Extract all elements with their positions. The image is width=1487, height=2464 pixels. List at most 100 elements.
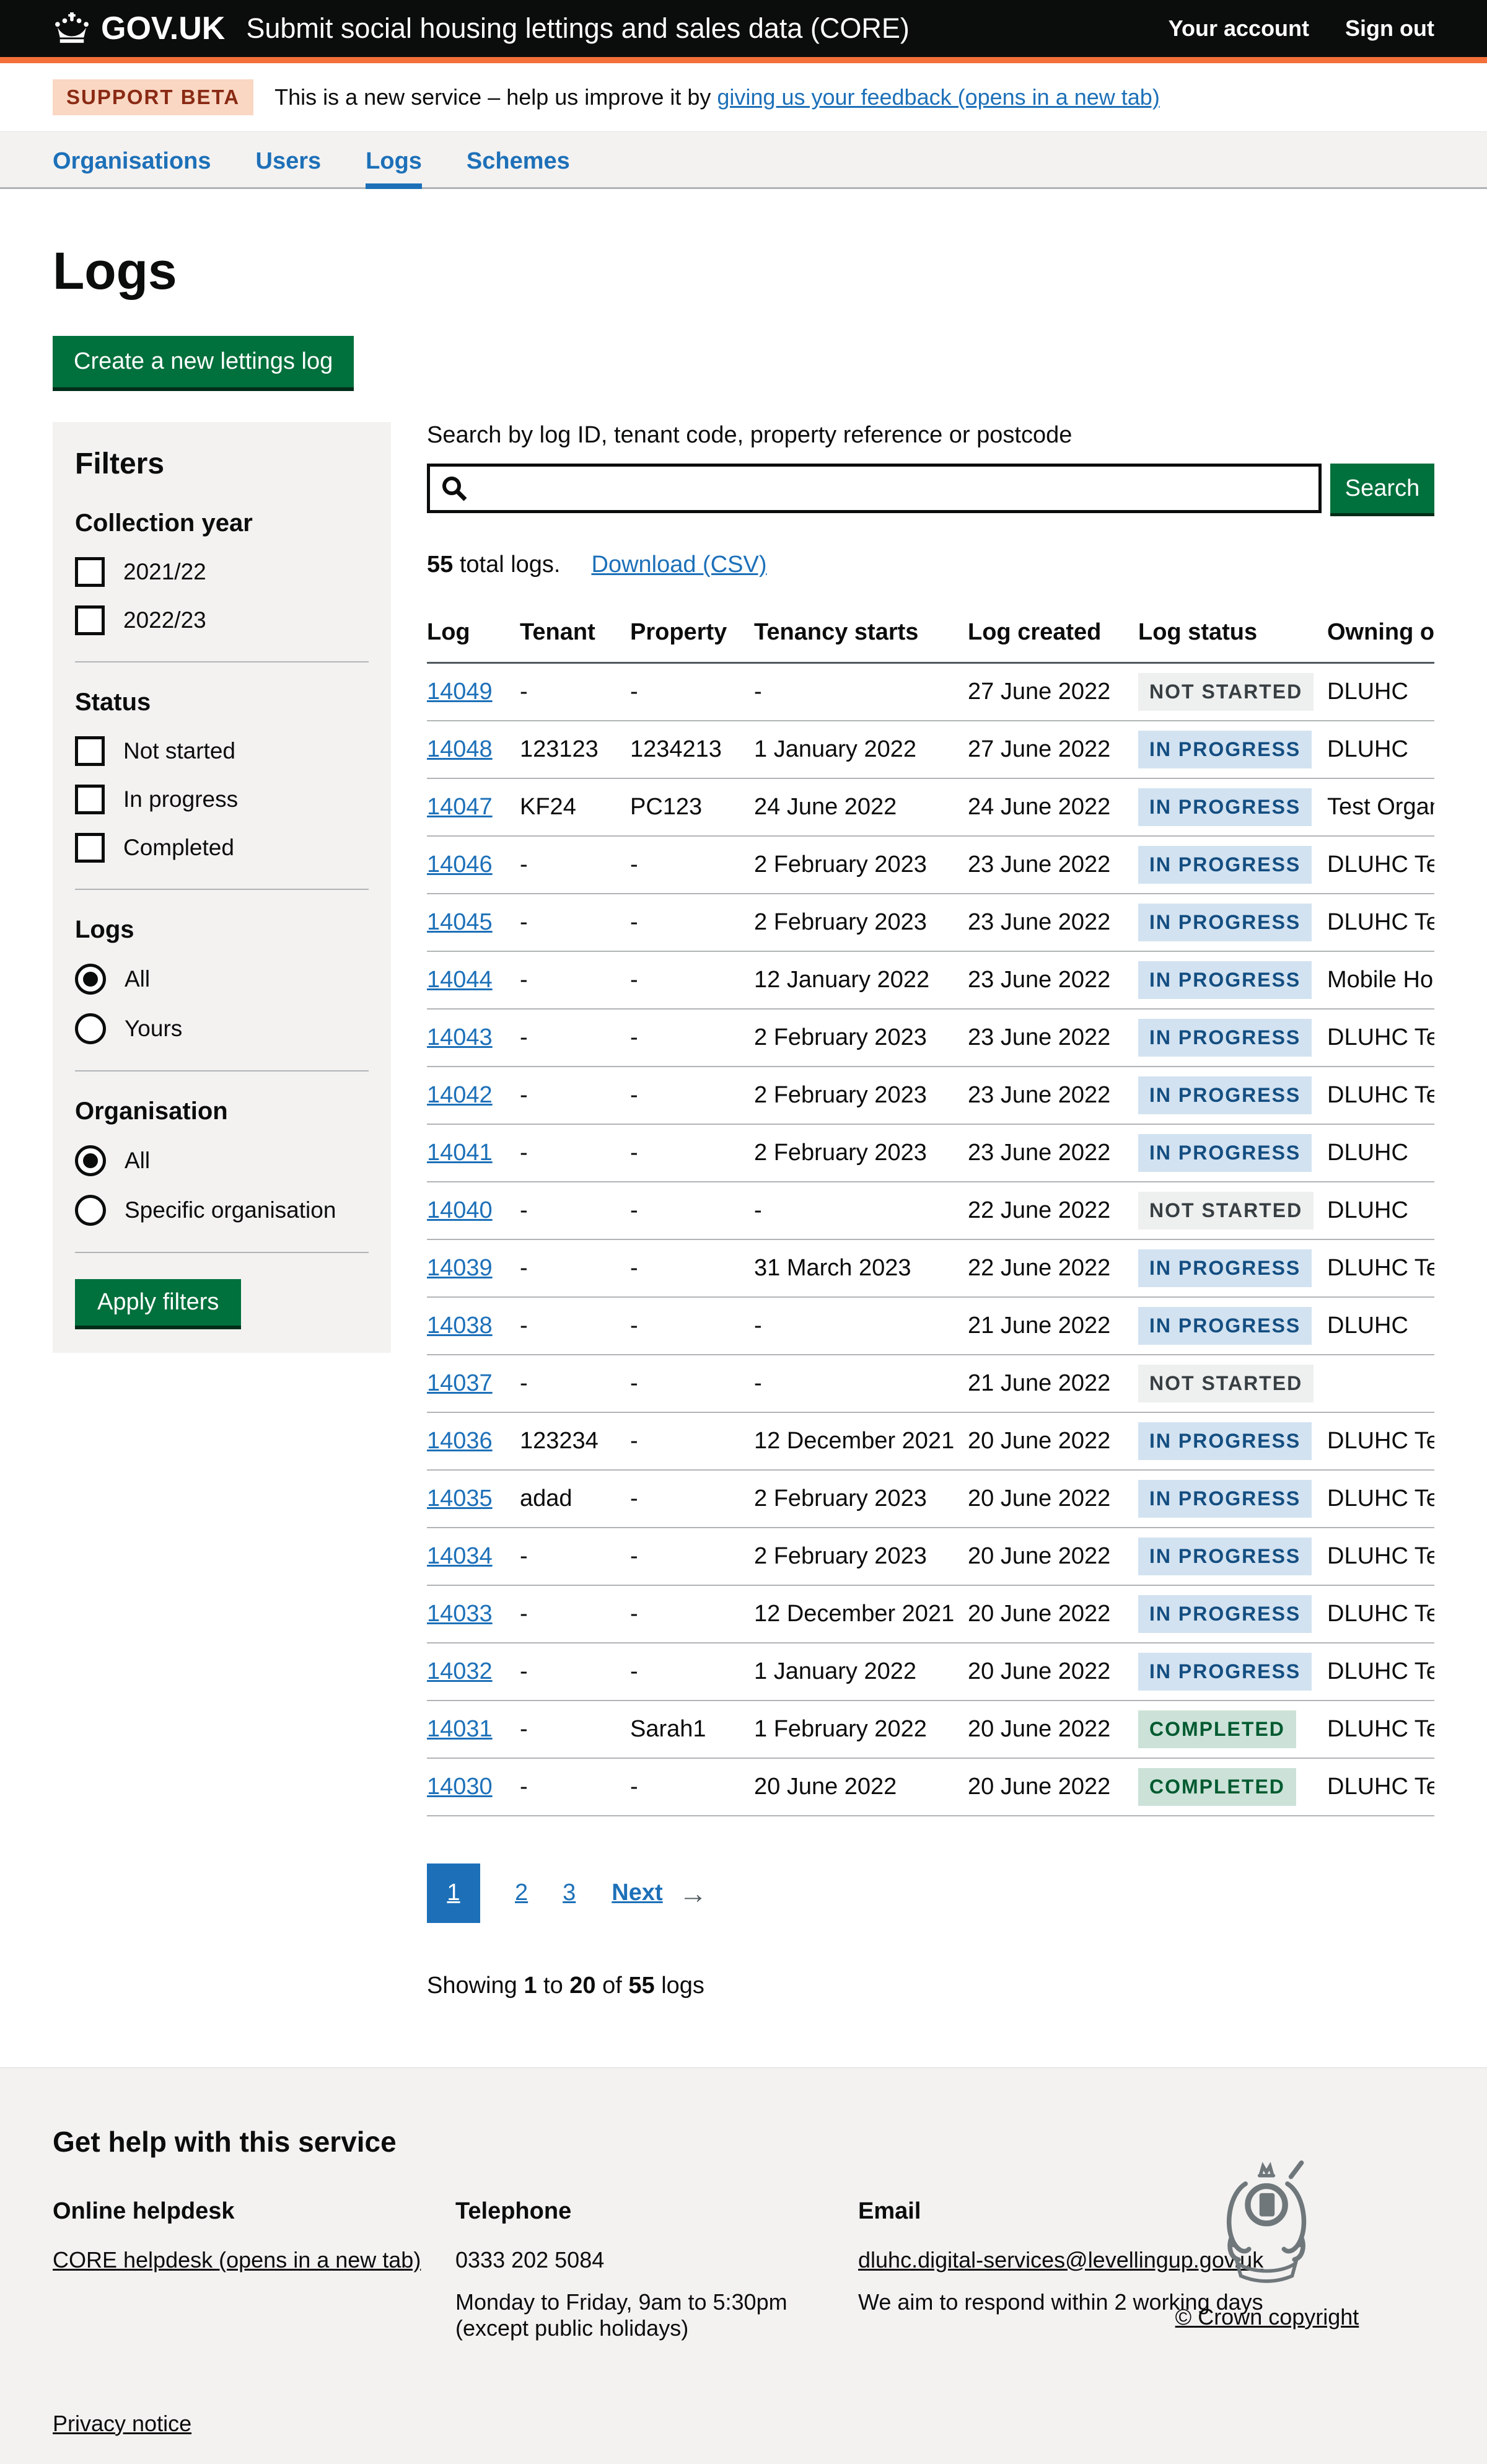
cell-log: 14033 xyxy=(427,1585,520,1643)
cell-tenant: - xyxy=(520,1009,630,1067)
cell-property: - xyxy=(630,1758,754,1816)
cell-tenancy-starts: 12 December 2021 xyxy=(754,1585,968,1643)
table-row: 14038---21 June 2022IN PROGRESSDLUHC xyxy=(427,1297,1434,1355)
search-icon xyxy=(441,475,468,502)
radio-organisation-all[interactable] xyxy=(75,1145,106,1176)
sign-out-link[interactable]: Sign out xyxy=(1345,15,1434,42)
feedback-link[interactable]: giving us your feedback (opens in a new … xyxy=(717,84,1159,110)
log-link-14033[interactable]: 14033 xyxy=(427,1601,493,1627)
log-link-14031[interactable]: 14031 xyxy=(427,1716,493,1742)
apply-filters-button[interactable]: Apply filters xyxy=(75,1279,241,1326)
cell-owning-org: DLUHC Tes xyxy=(1327,1758,1434,1816)
table-row: 14039--31 March 202322 June 2022IN PROGR… xyxy=(427,1239,1434,1297)
cell-log-created: 23 June 2022 xyxy=(968,836,1138,894)
log-link-14040[interactable]: 14040 xyxy=(427,1197,493,1223)
cell-log: 14040 xyxy=(427,1182,520,1239)
cell-tenant: 123123 xyxy=(520,721,630,778)
create-lettings-log-button[interactable]: Create a new lettings log xyxy=(53,336,354,387)
checkbox-collection-year-2021-22[interactable] xyxy=(75,557,105,587)
cell-log-status: IN PROGRESS xyxy=(1138,778,1327,836)
radio-logs-yours[interactable] xyxy=(75,1013,106,1044)
cell-owning-org: DLUHC Tes xyxy=(1327,1239,1434,1297)
cell-log-status: IN PROGRESS xyxy=(1138,1009,1327,1067)
cell-property: - xyxy=(630,1182,754,1239)
table-row: 14045--2 February 202323 June 2022IN PRO… xyxy=(427,894,1434,951)
cell-tenant: - xyxy=(520,1528,630,1585)
filter-option-label: 2021/22 xyxy=(123,559,206,585)
core-helpdesk-link[interactable]: CORE helpdesk (opens in a new tab) xyxy=(53,2247,421,2273)
log-link-14035[interactable]: 14035 xyxy=(427,1485,493,1511)
filter-group-label-status: Status xyxy=(75,689,369,716)
table-row: 14032--1 January 202220 June 2022IN PROG… xyxy=(427,1643,1434,1701)
privacy-notice-link[interactable]: Privacy notice xyxy=(53,2411,191,2437)
log-link-14046[interactable]: 14046 xyxy=(427,851,493,878)
cell-log: 14045 xyxy=(427,894,520,951)
cell-tenant: - xyxy=(520,1643,630,1701)
crown-copyright-link[interactable]: © Crown copyright xyxy=(1175,2304,1359,2330)
cell-log-created: 21 June 2022 xyxy=(968,1355,1138,1412)
checkbox-status-completed[interactable] xyxy=(75,833,105,863)
table-row: 14034--2 February 202320 June 2022IN PRO… xyxy=(427,1528,1434,1585)
log-link-14036[interactable]: 14036 xyxy=(427,1428,493,1454)
filter-option: Completed xyxy=(75,833,369,863)
pagination-page-1-current[interactable]: 1 xyxy=(427,1863,480,1923)
cell-tenancy-starts: 2 February 2023 xyxy=(754,1067,968,1124)
log-link-14030[interactable]: 14030 xyxy=(427,1774,493,1800)
cell-log-status: IN PROGRESS xyxy=(1138,836,1327,894)
log-link-14048[interactable]: 14048 xyxy=(427,736,493,762)
tab-users[interactable]: Users xyxy=(256,132,322,189)
cell-property: - xyxy=(630,1643,754,1701)
log-link-14045[interactable]: 14045 xyxy=(427,909,493,935)
search-button[interactable]: Search xyxy=(1330,464,1434,513)
pagination-page-2[interactable]: 2 xyxy=(515,1880,528,1906)
status-badge: IN PROGRESS xyxy=(1138,1076,1312,1114)
tab-schemes[interactable]: Schemes xyxy=(467,132,570,189)
table-row: 14040---22 June 2022NOT STARTEDDLUHC xyxy=(427,1182,1434,1239)
cell-log-status: IN PROGRESS xyxy=(1138,894,1327,951)
cell-tenancy-starts: 2 February 2023 xyxy=(754,1009,968,1067)
checkbox-collection-year-2022-23[interactable] xyxy=(75,605,105,635)
log-link-14043[interactable]: 14043 xyxy=(427,1024,493,1050)
log-link-14042[interactable]: 14042 xyxy=(427,1082,493,1108)
cell-tenant: - xyxy=(520,836,630,894)
your-account-link[interactable]: Your account xyxy=(1169,15,1309,42)
filter-group-label-collection-year: Collection year xyxy=(75,509,369,537)
status-badge: IN PROGRESS xyxy=(1138,731,1312,768)
main-content: Logs Create a new lettings log Filters C… xyxy=(53,189,1434,2067)
log-link-14049[interactable]: 14049 xyxy=(427,679,493,705)
log-link-14032[interactable]: 14032 xyxy=(427,1658,493,1684)
primary-nav: Organisations Users Logs Schemes xyxy=(0,132,1487,189)
log-link-14044[interactable]: 14044 xyxy=(427,967,493,993)
pagination-page-3[interactable]: 3 xyxy=(563,1880,576,1906)
log-link-14037[interactable]: 14037 xyxy=(427,1370,493,1396)
cell-property: - xyxy=(630,1009,754,1067)
service-name[interactable]: Submit social housing lettings and sales… xyxy=(246,12,910,45)
cell-log-created: 20 June 2022 xyxy=(968,1412,1138,1470)
cell-tenant: - xyxy=(520,1124,630,1182)
log-link-14039[interactable]: 14039 xyxy=(427,1255,493,1281)
cell-log-status: NOT STARTED xyxy=(1138,1355,1327,1412)
cell-log-status: IN PROGRESS xyxy=(1138,1297,1327,1355)
column-header-log: Log xyxy=(427,608,520,663)
radio-logs-all[interactable] xyxy=(75,964,106,995)
table-row: 1404812312312342131 January 202227 June … xyxy=(427,721,1434,778)
govuk-logo[interactable]: GOV.UK xyxy=(53,10,225,47)
table-row: 14036123234-12 December 202120 June 2022… xyxy=(427,1412,1434,1470)
download-csv-link[interactable]: Download (CSV) xyxy=(592,552,767,578)
search-input[interactable] xyxy=(427,464,1322,513)
cell-log-created: 20 June 2022 xyxy=(968,1758,1138,1816)
cell-tenancy-starts: 2 February 2023 xyxy=(754,894,968,951)
log-link-14034[interactable]: 14034 xyxy=(427,1543,493,1569)
radio-organisation-specific-organisation[interactable] xyxy=(75,1195,106,1226)
column-header-log-status: Log status xyxy=(1138,608,1327,663)
pagination-next-link[interactable]: Next xyxy=(612,1880,662,1906)
checkbox-status-not-started[interactable] xyxy=(75,736,105,766)
log-link-14038[interactable]: 14038 xyxy=(427,1313,493,1339)
tab-logs[interactable]: Logs xyxy=(366,132,422,189)
status-badge: NOT STARTED xyxy=(1138,1192,1314,1230)
cell-log-status: IN PROGRESS xyxy=(1138,1585,1327,1643)
checkbox-status-in-progress[interactable] xyxy=(75,785,105,814)
log-link-14041[interactable]: 14041 xyxy=(427,1140,493,1166)
tab-organisations[interactable]: Organisations xyxy=(53,132,211,189)
log-link-14047[interactable]: 14047 xyxy=(427,794,493,820)
